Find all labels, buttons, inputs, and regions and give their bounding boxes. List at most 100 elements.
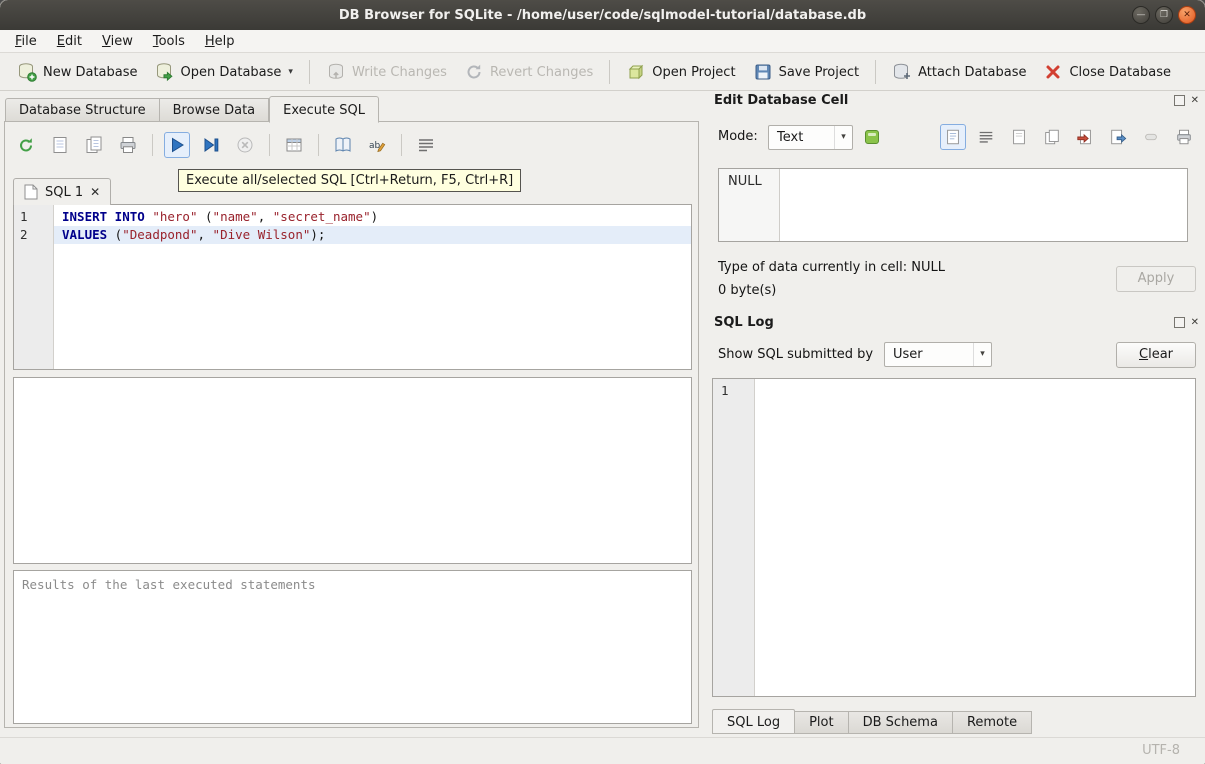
import-icon [1076,128,1094,146]
close-database-button[interactable]: Close Database [1036,58,1178,86]
close-database-icon [1043,62,1063,82]
cell-size-info: 0 byte(s) [718,283,776,298]
print-sql-button[interactable] [115,132,141,158]
attach-database-label: Attach Database [918,65,1026,80]
encoding-indicator: UTF-8 [1142,743,1180,758]
menu-edit[interactable]: Edit [47,32,92,51]
close-panel-icon[interactable]: ✕ [1191,95,1199,106]
new-database-button[interactable]: New Database [10,58,145,86]
sql-log-filter-combo[interactable]: User ▾ [884,342,992,367]
word-wrap-cell-button[interactable] [973,124,999,150]
window-controls: — ❐ ✕ [1132,6,1196,24]
close-button[interactable]: ✕ [1178,6,1196,24]
sql-editor-gutter: 12 [14,205,54,369]
sql-log-filter-value: User [885,347,973,362]
save-sql-file-as-button[interactable] [81,132,107,158]
dock-tab-plot[interactable]: Plot [795,711,849,734]
menu-tools[interactable]: Tools [143,32,195,51]
text-mode-button[interactable] [940,124,966,150]
main-tab-bar: Database Structure Browse Data Execute S… [5,95,379,122]
execute-all-button[interactable] [164,132,190,158]
word-wrap-button[interactable] [413,132,439,158]
menu-file[interactable]: File [5,32,47,51]
execute-all-tooltip: Execute all/selected SQL [Ctrl+Return, F… [178,169,521,192]
dock-tab-db-schema[interactable]: DB Schema [849,711,953,734]
cell-type-info: Type of data currently in cell: NULL [718,260,945,275]
clear-log-button[interactable]: Clear [1116,342,1196,368]
set-null-icon [1142,128,1160,146]
attach-database-icon [892,62,912,82]
sql-document-tab[interactable]: SQL 1 ✕ [13,178,111,205]
find-button[interactable] [330,132,356,158]
cell-editor-text-area[interactable] [780,169,1187,241]
apply-button[interactable]: Apply [1116,266,1196,292]
save-project-button[interactable]: Save Project [746,58,867,86]
combo-arrow-icon: ▾ [973,343,991,366]
print-icon [118,135,138,155]
menu-help[interactable]: Help [195,32,245,51]
mode-combo[interactable]: Text ▾ [768,125,853,150]
maximize-icon: ❐ [1160,10,1168,20]
open-project-button[interactable]: Open Project [619,58,742,86]
tab-database-structure[interactable]: Database Structure [5,98,160,122]
sql-document-tab-close-icon[interactable]: ✕ [90,185,100,199]
float-panel-icon[interactable] [1174,317,1185,328]
revert-changes-label: Revert Changes [490,65,593,80]
cell-editor[interactable]: NULL [718,168,1188,242]
copy-icon [1043,128,1061,146]
open-project-label: Open Project [652,65,735,80]
write-changes-button[interactable]: Write Changes [319,58,454,86]
edit-cell-panel-title: Edit Database Cell [714,93,848,108]
copy-cell-button[interactable] [1039,124,1065,150]
results-grid[interactable] [13,377,692,564]
line-number: 1 [14,208,53,226]
tab-browse-data[interactable]: Browse Data [160,98,270,122]
execute-current-line-button[interactable] [198,132,224,158]
results-placeholder-text: Results of the last executed statements [22,577,316,592]
menu-view[interactable]: View [92,32,143,51]
sql-log-view[interactable]: 1 [712,378,1196,697]
save-results-button[interactable] [281,132,307,158]
sql-log-content[interactable] [755,379,1195,696]
save-sql-file-button[interactable] [47,132,73,158]
minimize-button[interactable]: — [1132,6,1150,24]
sql-editor-code[interactable]: INSERT INTO "hero" ("name", "secret_name… [54,205,691,369]
open-database-dropdown-caret-icon[interactable]: ▾ [288,67,293,77]
write-changes-label: Write Changes [352,65,447,80]
stop-execution-button[interactable] [232,132,258,158]
sql-log-panel-title: SQL Log [714,315,774,330]
sql-log-panel-controls: ✕ [1174,317,1199,328]
open-in-editor-button[interactable] [1006,124,1032,150]
toolbar-separator [309,60,310,84]
main-toolbar: New Database Open Database ▾ Write Chang… [0,54,1205,91]
maximize-button[interactable]: ❐ [1155,6,1173,24]
print-cell-button[interactable] [1171,124,1197,150]
auto-format-button[interactable] [859,124,885,150]
code-line: INSERT INTO "hero" ("name", "secret_name… [54,208,691,226]
attach-database-button[interactable]: Attach Database [885,58,1033,86]
dock-tab-remote[interactable]: Remote [953,711,1032,734]
open-sql-file-button[interactable] [13,132,39,158]
text-document-icon [944,128,962,146]
toolbar-separator [152,134,153,156]
find-replace-button[interactable]: ab [364,132,390,158]
close-panel-icon[interactable]: ✕ [1191,317,1199,328]
edit-cell-toolbar [940,124,1197,150]
save-sql-file-as-icon [84,135,104,155]
cell-editor-value: NULL [719,169,780,241]
import-cell-data-button[interactable] [1072,124,1098,150]
code-line: VALUES ("Deadpond", "Dive Wilson"); [54,226,691,244]
sql-editor[interactable]: 12 INSERT INTO "hero" ("name", "secret_n… [13,204,692,370]
export-cell-data-button[interactable] [1105,124,1131,150]
tab-execute-sql[interactable]: Execute SQL [269,96,379,123]
mode-combo-value: Text [769,130,834,145]
results-message-pane[interactable]: Results of the last executed statements [13,570,692,724]
open-database-button[interactable]: Open Database ▾ [148,58,300,86]
set-null-button[interactable] [1138,124,1164,150]
dock-tab-sql-log[interactable]: SQL Log [712,709,795,734]
revert-changes-button[interactable]: Revert Changes [457,58,600,86]
sql-document-tab-label: SQL 1 [45,185,83,200]
new-database-icon [17,62,37,82]
float-panel-icon[interactable] [1174,95,1185,106]
revert-changes-icon [464,62,484,82]
